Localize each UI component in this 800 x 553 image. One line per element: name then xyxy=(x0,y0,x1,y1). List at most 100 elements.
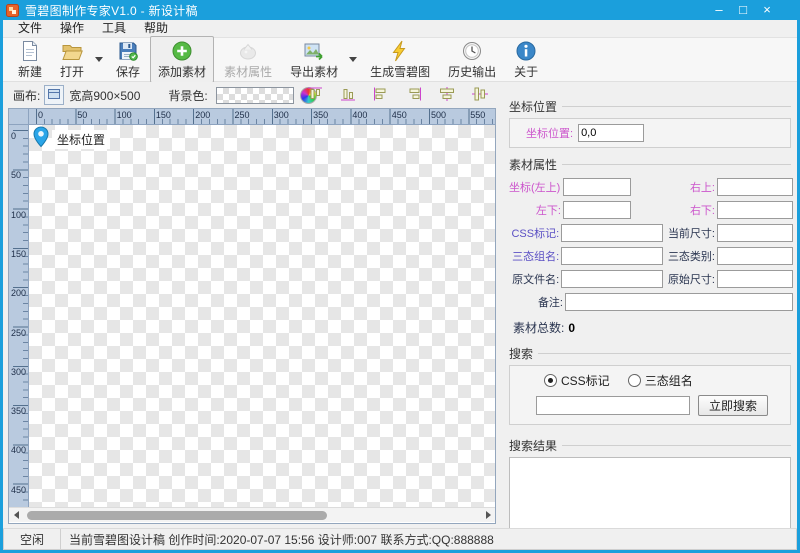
tristate-group-input[interactable] xyxy=(561,247,663,265)
props-row: 坐标(左上): 右上: xyxy=(509,177,793,196)
open-button[interactable]: 打开 xyxy=(52,36,92,83)
material-total: 素材总数:0 xyxy=(513,319,795,336)
bottom-right-input[interactable] xyxy=(717,201,793,219)
scroll-right-arrow[interactable] xyxy=(481,508,495,522)
new-label: 新建 xyxy=(18,63,42,80)
export-material-dropdown-arrow[interactable] xyxy=(347,42,359,78)
v-ruler-label: 100 xyxy=(11,211,26,220)
align-bottom-button[interactable] xyxy=(336,84,360,106)
center-horizontal-button[interactable] xyxy=(435,84,459,106)
center-horizontal-icon xyxy=(438,86,456,105)
center-vertical-button[interactable] xyxy=(468,84,492,106)
current-size-input[interactable] xyxy=(717,224,793,242)
app-window: 雪碧图制作专家V1.0 - 新设计稿 –□× 文件操作工具帮助 新建打开保存添加… xyxy=(0,0,800,553)
about-button[interactable]: 关于 xyxy=(506,36,546,83)
v-ruler-label: 250 xyxy=(11,329,26,338)
v-ruler-label: 350 xyxy=(11,407,26,416)
title-bar: 雪碧图制作专家V1.0 - 新设计稿 –□× xyxy=(0,0,800,20)
radio-label: CSS标记 xyxy=(561,372,610,389)
radio-selected-icon xyxy=(544,374,557,387)
h-ruler-label: 50 xyxy=(77,111,87,120)
menu-item-1[interactable]: 操作 xyxy=(51,20,93,37)
add-material-label: 添加素材 xyxy=(158,63,206,80)
material-props-button: 素材属性 xyxy=(216,36,280,83)
open-folder-icon xyxy=(60,39,84,63)
align-top-icon xyxy=(306,86,324,105)
alignment-toolbar xyxy=(303,82,492,108)
center-vertical-icon xyxy=(471,86,489,105)
bottom-left-label: 左下: xyxy=(509,202,561,218)
search-results-section-title: 搜索结果 xyxy=(509,437,791,454)
lightning-icon xyxy=(388,39,412,63)
coordinate-marker[interactable]: 坐标位置 xyxy=(33,126,110,151)
minimize-button[interactable]: – xyxy=(712,0,726,20)
history-output-button[interactable]: 历史输出 xyxy=(440,36,504,83)
design-canvas[interactable]: 坐标位置 xyxy=(29,125,495,507)
radio-unselected-icon xyxy=(628,374,641,387)
bottom-left-input[interactable] xyxy=(563,201,631,219)
current-size-label: 当前尺寸: xyxy=(661,225,715,241)
close-button[interactable]: × xyxy=(760,0,774,20)
coordinate-position-input[interactable] xyxy=(578,124,644,142)
scroll-thumb[interactable] xyxy=(27,511,327,520)
coord-topleft-label: 坐标(左上): xyxy=(509,179,561,195)
align-right-icon xyxy=(405,86,423,105)
tristate-category-label: 三态类别: xyxy=(661,248,715,264)
open-dropdown-arrow[interactable] xyxy=(93,42,105,78)
css-mark-input[interactable] xyxy=(561,224,663,242)
original-size-input[interactable] xyxy=(717,270,793,288)
ruler-corner xyxy=(9,109,29,125)
scroll-left-arrow[interactable] xyxy=(9,508,23,522)
h-ruler-label: 250 xyxy=(235,111,250,120)
menu-item-0[interactable]: 文件 xyxy=(9,20,51,37)
search-mode-tristate-group-radio[interactable]: 三态组名 xyxy=(628,372,693,389)
bottom-right-label: 右下: xyxy=(659,202,715,218)
original-filename-input[interactable] xyxy=(561,270,663,288)
h-ruler-label: 100 xyxy=(117,111,132,120)
canvas-label: 画布: xyxy=(13,87,40,104)
canvas-settings-bar: 画布: 宽高900×500 背景色: xyxy=(3,82,500,108)
coord-topleft-input[interactable] xyxy=(563,178,631,196)
clock-icon xyxy=(460,39,484,63)
info-icon xyxy=(514,39,538,63)
top-right-input[interactable] xyxy=(717,178,793,196)
v-ruler-label: 50 xyxy=(11,171,21,180)
menu-item-2[interactable]: 工具 xyxy=(93,20,135,37)
v-ruler-label: 400 xyxy=(11,446,26,455)
menu-item-3[interactable]: 帮助 xyxy=(135,20,177,37)
search-input[interactable] xyxy=(536,396,690,415)
open-label: 打开 xyxy=(60,63,84,80)
v-ruler-label: 200 xyxy=(11,289,26,298)
app-logo-icon xyxy=(6,4,19,17)
maximize-button[interactable]: □ xyxy=(736,0,750,20)
v-ruler-label: 450 xyxy=(11,486,26,495)
horizontal-scrollbar[interactable] xyxy=(9,507,495,522)
search-section-title: 搜索 xyxy=(509,345,791,362)
properties-panel: 坐标位置 坐标位置: 素材属性 坐标(左上):右上:左下:右下:CSS标记:当前… xyxy=(505,96,795,527)
scroll-track[interactable] xyxy=(23,511,481,520)
top-right-label: 右上: xyxy=(659,179,715,195)
add-material-button[interactable]: 添加素材 xyxy=(150,36,214,83)
remark-input[interactable] xyxy=(565,293,793,311)
generate-sprite-button[interactable]: 生成雪碧图 xyxy=(362,36,438,83)
position-groupbox: 坐标位置: xyxy=(509,118,791,148)
props-row: 原文件名:原始尺寸: xyxy=(509,269,793,288)
search-now-button[interactable]: 立即搜索 xyxy=(698,395,768,416)
align-right-button[interactable] xyxy=(402,84,426,106)
export-material-button[interactable]: 导出素材 xyxy=(282,36,346,83)
align-left-button[interactable] xyxy=(369,84,393,106)
tristate-category-input[interactable] xyxy=(717,247,793,265)
canvas-size-button[interactable] xyxy=(44,85,64,105)
main-toolbar: 新建 打开 保存添加素材素材属性导出素材生成雪碧图历史输出关于 xyxy=(3,38,797,82)
search-mode-css-mark-radio[interactable]: CSS标记 xyxy=(544,372,610,389)
new-button[interactable]: 新建 xyxy=(10,36,50,83)
coordinate-marker-label: 坐标位置 xyxy=(52,130,110,149)
save-button[interactable]: 保存 xyxy=(108,36,148,83)
original-filename-label: 原文件名: xyxy=(509,271,559,287)
align-top-button[interactable] xyxy=(303,84,327,106)
vertical-ruler: 050100150200250300350400450 xyxy=(9,125,29,507)
background-color-swatch[interactable] xyxy=(216,87,294,104)
material-total-label: 素材总数: xyxy=(513,321,564,335)
css-mark-label: CSS标记: xyxy=(509,225,559,241)
background-color-label: 背景色: xyxy=(168,87,207,104)
